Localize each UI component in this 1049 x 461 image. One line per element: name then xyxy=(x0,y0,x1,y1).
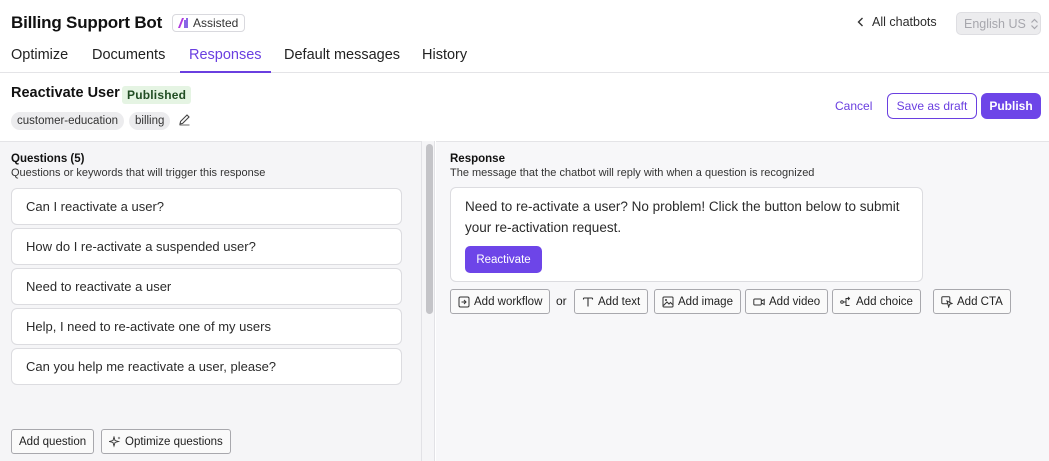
language-select[interactable]: English US xyxy=(956,12,1041,35)
text-icon xyxy=(582,296,594,306)
scrollbar-thumb[interactable] xyxy=(426,144,433,314)
add-text-button[interactable]: Add text xyxy=(574,289,649,314)
optimize-questions-button[interactable]: Optimize questions xyxy=(101,429,231,454)
or-separator: or xyxy=(556,294,567,308)
workflow-icon xyxy=(458,296,470,307)
app-title: Billing Support Bot xyxy=(11,13,163,32)
question-item[interactable]: Need to reactivate a user xyxy=(11,268,402,305)
questions-title: Questions (5) xyxy=(11,153,85,165)
optimize-questions-label: Optimize questions xyxy=(125,435,223,448)
language-value: English US xyxy=(964,16,1026,31)
add-cta-button[interactable]: Add CTA xyxy=(933,289,1011,314)
response-title: Reactivate User xyxy=(11,85,120,101)
question-item[interactable]: Can I reactivate a user? xyxy=(11,188,402,225)
question-item[interactable]: How do I re-activate a suspended user? xyxy=(11,228,402,265)
tab-responses[interactable]: Responses xyxy=(180,47,271,73)
add-choice-label: Add choice xyxy=(856,295,913,308)
add-video-button[interactable]: Add video xyxy=(745,289,829,314)
tab-documents[interactable]: Documents xyxy=(92,47,165,73)
all-chatbots-link[interactable]: All chatbots xyxy=(856,15,937,29)
assisted-badge: Assisted xyxy=(172,14,246,32)
sparkle-icon xyxy=(109,435,121,448)
response-section-subtitle: The message that the chatbot will reply … xyxy=(450,167,815,179)
add-video-label: Add video xyxy=(769,295,821,308)
add-choice-button[interactable]: Add choice xyxy=(832,289,921,314)
add-question-label: Add question xyxy=(19,435,87,448)
cursor-click-icon xyxy=(941,295,953,308)
response-message-text[interactable]: Need to re-activate a user? No problem! … xyxy=(465,196,905,238)
question-item[interactable]: Can you help me reactivate a user, pleas… xyxy=(11,348,402,385)
app-root: Billing Support Bot Assisted All chatbot… xyxy=(0,0,1049,461)
publish-button[interactable]: Publish xyxy=(981,93,1041,119)
pencil-icon[interactable] xyxy=(178,113,191,126)
tab-bar: Optimize Documents Responses Default mes… xyxy=(0,42,1049,73)
add-workflow-button[interactable]: Add workflow xyxy=(450,289,551,314)
tag-chip: customer-education xyxy=(11,112,124,130)
question-item[interactable]: Help, I need to re-activate one of my us… xyxy=(11,308,402,345)
questions-subtitle: Questions or keywords that will trigger … xyxy=(11,167,266,179)
image-icon xyxy=(662,296,674,307)
chevron-left-icon xyxy=(857,17,863,27)
tab-default-messages[interactable]: Default messages xyxy=(284,47,400,73)
tag-chip: billing xyxy=(129,112,171,130)
save-draft-button[interactable]: Save as draft xyxy=(887,93,977,119)
add-question-button[interactable]: Add question xyxy=(11,429,95,454)
reactivate-cta-button[interactable]: Reactivate xyxy=(465,246,542,273)
all-chatbots-label: All chatbots xyxy=(872,15,937,29)
chevron-updown-icon xyxy=(1030,18,1038,29)
branch-icon xyxy=(840,296,851,306)
add-image-label: Add image xyxy=(678,295,733,308)
response-section-title: Response xyxy=(450,153,505,165)
ai-sparkle-icon xyxy=(178,18,188,28)
video-icon xyxy=(753,298,765,305)
tab-optimize[interactable]: Optimize xyxy=(11,47,68,73)
add-text-label: Add text xyxy=(598,295,641,308)
status-badge: Published xyxy=(122,86,192,104)
add-cta-label: Add CTA xyxy=(957,295,1003,308)
cancel-button[interactable]: Cancel xyxy=(835,99,872,113)
tab-history[interactable]: History xyxy=(422,47,467,73)
add-workflow-label: Add workflow xyxy=(474,295,543,308)
assisted-label: Assisted xyxy=(193,16,239,30)
add-image-button[interactable]: Add image xyxy=(654,289,741,314)
